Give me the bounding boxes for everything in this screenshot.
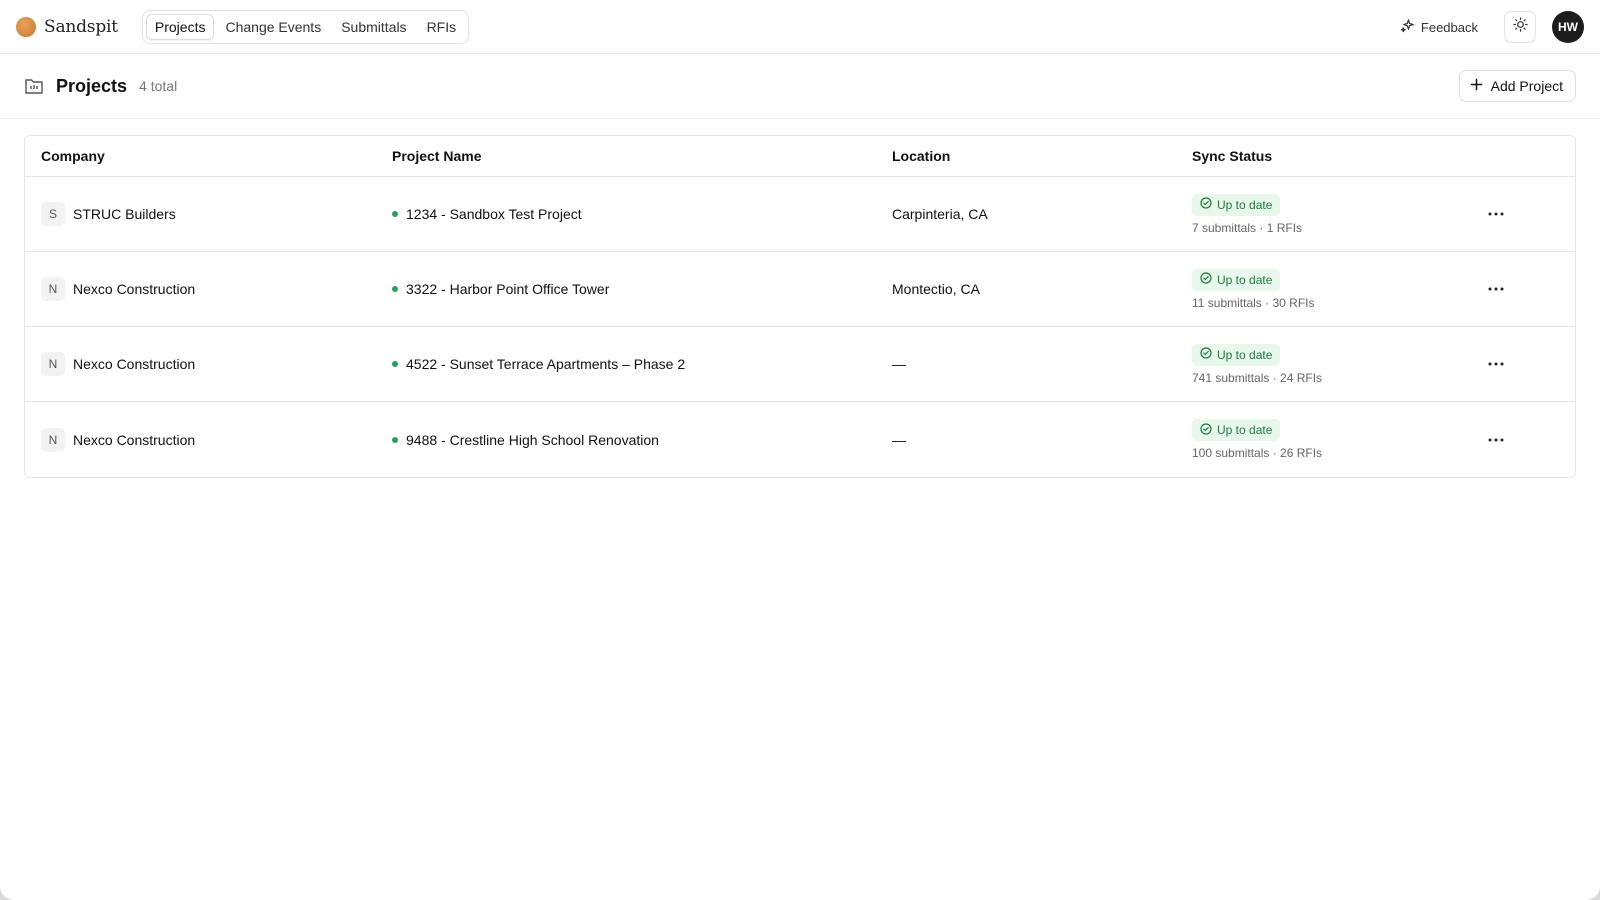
sync-detail: 7 submittals · 1 RFIs [1192,220,1303,235]
project-cell: 4522 - Sunset Terrace Apartments – Phase… [392,356,892,372]
sync-status-label: Up to date [1217,272,1273,287]
more-horizontal-icon [1488,287,1504,291]
table-row[interactable]: N Nexco Construction 4522 - Sunset Terra… [25,327,1575,402]
feedback-button[interactable]: Feedback [1390,12,1488,42]
actions-cell [1482,426,1575,454]
status-dot [392,211,398,217]
status-dot [392,286,398,292]
table-row[interactable]: N Nexco Construction 9488 - Crestline Hi… [25,402,1575,477]
sync-detail: 100 submittals · 26 RFIs [1192,446,1323,460]
plus-icon [1470,78,1483,94]
tab-submittals[interactable]: Submittals [332,14,415,40]
sync-cell: Up to date 7 submittals · 1 RFIs [1192,193,1482,235]
check-circle-icon [1200,347,1212,362]
brand-logo [16,16,36,37]
project-name[interactable]: 1234 - Sandbox Test Project [406,206,582,222]
column-header-location[interactable]: Location [892,148,1192,164]
sync-status-badge: Up to date [1192,343,1281,366]
actions-cell [1482,200,1575,228]
theme-toggle-button[interactable] [1504,11,1536,43]
more-horizontal-icon [1488,212,1504,216]
location-cell: Carpinteria, CA [892,206,988,222]
folder-icon [24,76,44,96]
company-name: Nexco Construction [73,431,196,448]
company-name: STRUC Builders [73,206,176,222]
company-initial: N [41,427,65,452]
table-header: Company Project Name Location Sync Statu… [25,136,1575,177]
location-cell: — [892,431,906,448]
project-name[interactable]: 4522 - Sunset Terrace Apartments – Phase… [406,356,685,372]
sync-status-badge: Up to date [1192,268,1281,291]
more-actions-button[interactable] [1482,426,1510,454]
table-row[interactable]: N Nexco Construction 3322 - Harbor Point… [25,252,1575,327]
location-cell: Montectio, CA [892,281,980,297]
page-title: Projects [56,75,128,96]
tab-projects[interactable]: Projects [145,13,215,40]
check-circle-icon [1200,422,1212,438]
company-cell: N Nexco Construction [25,427,392,452]
company-cell: N Nexco Construction [25,277,392,301]
company-cell: S STRUC Builders [25,202,392,226]
check-circle-icon [1200,272,1212,287]
company-name: Nexco Construction [73,281,196,297]
tab-change-events[interactable]: Change Events [216,14,330,40]
sync-cell: Up to date 100 submittals · 26 RFIs [1192,419,1482,460]
more-actions-button[interactable] [1482,350,1510,378]
project-name[interactable]: 3322 - Harbor Point Office Tower [406,281,609,297]
sync-status-badge: Up to date [1192,419,1281,441]
sparkle-icon [1400,18,1415,36]
add-project-button[interactable]: Add Project [1458,70,1576,102]
more-horizontal-icon [1488,438,1504,441]
company-initial: N [41,277,65,301]
top-navigation-bar: Sandspit Projects Change Events Submitta… [0,0,1600,54]
company-cell: N Nexco Construction [25,352,392,376]
column-header-sync[interactable]: Sync Status [1192,148,1482,164]
sync-cell: Up to date 741 submittals · 24 RFIs [1192,343,1482,385]
project-cell: 3322 - Harbor Point Office Tower [392,281,892,297]
table-row[interactable]: S STRUC Builders 1234 - Sandbox Test Pro… [25,177,1575,252]
project-count: 4 total [139,78,178,94]
sync-status-label: Up to date [1217,347,1273,362]
app-window: Sandspit Projects Change Events Submitta… [0,0,1600,900]
actions-cell [1482,350,1575,378]
add-project-label: Add Project [1490,78,1563,94]
more-actions-button[interactable] [1482,200,1510,228]
column-header-project[interactable]: Project Name [392,148,892,164]
user-avatar[interactable]: HW [1552,11,1584,43]
page-header: Projects 4 total Add Project [0,54,1600,119]
brand[interactable]: Sandspit [16,16,118,37]
location-cell: — [892,356,906,372]
sync-cell: Up to date 11 submittals · 30 RFIs [1192,268,1482,310]
column-header-company[interactable]: Company [25,148,392,164]
projects-table: Company Project Name Location Sync Statu… [24,135,1576,478]
project-cell: 1234 - Sandbox Test Project [392,206,892,222]
company-initial: N [41,352,65,376]
check-circle-icon [1200,197,1212,212]
status-dot [392,436,398,443]
feedback-label: Feedback [1420,19,1478,35]
project-cell: 9488 - Crestline High School Renovation [392,432,892,448]
brand-name: Sandspit [44,16,118,37]
more-actions-button[interactable] [1482,275,1510,303]
top-right-actions: Feedback HW [1390,0,1584,54]
project-name[interactable]: 9488 - Crestline High School Renovation [406,432,659,448]
status-dot [392,361,398,367]
sync-detail: 11 submittals · 30 RFIs [1192,295,1315,310]
company-initial: S [41,202,65,226]
actions-cell [1482,275,1575,303]
sync-status-label: Up to date [1217,423,1273,437]
sun-icon [1512,17,1528,37]
company-name: Nexco Construction [73,356,196,372]
sync-detail: 741 submittals · 24 RFIs [1192,370,1323,385]
main-nav-tabs: Projects Change Events Submittals RFIs [141,9,470,44]
tab-rfis[interactable]: RFIs [418,14,466,40]
sync-status-label: Up to date [1217,197,1273,212]
sync-status-badge: Up to date [1192,193,1281,216]
more-horizontal-icon [1488,362,1504,366]
